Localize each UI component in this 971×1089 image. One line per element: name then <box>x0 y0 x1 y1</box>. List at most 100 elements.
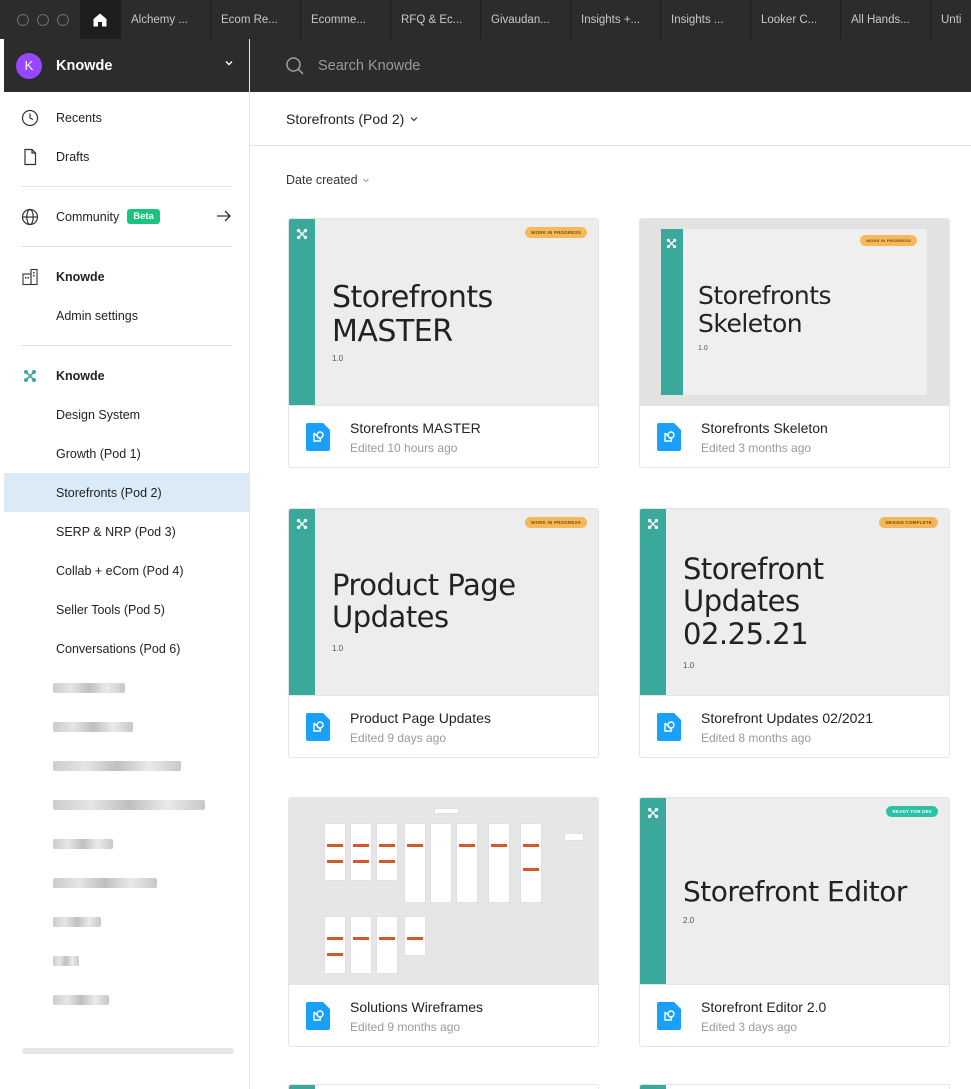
sidebar-item-label: Conversations (Pod 6) <box>56 641 181 656</box>
sidebar-item-admin-settings[interactable]: Admin settings <box>4 296 249 335</box>
sidebar-item-redacted[interactable] <box>4 824 249 863</box>
status-badge: DESIGN COMPLETE <box>879 517 938 528</box>
wireframe-preview <box>289 798 598 984</box>
sidebar-item-redacted[interactable] <box>4 863 249 902</box>
chevron-down-icon <box>362 178 369 183</box>
redacted-text <box>53 916 101 927</box>
tab-8[interactable]: Looker C... <box>750 0 840 39</box>
close-window-button[interactable] <box>17 13 29 26</box>
sidebar-item-label: SERP & NRP (Pod 3) <box>56 524 176 539</box>
thumbnail-version: 1.0 <box>332 644 344 653</box>
knowde-logo-icon <box>296 518 308 530</box>
divider <box>21 345 232 346</box>
knowde-logo-icon <box>647 807 659 819</box>
sidebar-item-redacted[interactable] <box>4 668 249 707</box>
tab-3[interactable]: Ecomme... <box>300 0 390 39</box>
file-name: Storefront Updates 02/2021 <box>701 709 874 726</box>
document-icon <box>20 147 40 167</box>
file-card[interactable]: READY FOR DEV Storefront Editor 2.0 Stor… <box>639 797 950 1047</box>
sidebar-item-conversations[interactable]: Conversations (Pod 6) <box>4 629 249 668</box>
sidebar-item-redacted[interactable] <box>4 902 249 941</box>
sidebar-item-redacted[interactable] <box>4 941 249 980</box>
knowde-logo-icon <box>20 366 40 386</box>
sidebar-item-label: Design System <box>56 407 141 422</box>
tab-1[interactable]: Alchemy ... <box>120 0 210 39</box>
sidebar-item-growth[interactable]: Growth (Pod 1) <box>4 434 249 473</box>
tab-4[interactable]: RFQ & Ec... <box>390 0 480 39</box>
minimize-window-button[interactable] <box>37 13 49 26</box>
file-edited: Edited 9 days ago <box>350 730 447 745</box>
file-card[interactable]: DESIGN COMPLETE Storefront Updates 02.25… <box>639 508 950 758</box>
file-card[interactable]: WORK IN PROGRESS Product Page Updates 1.… <box>288 508 599 758</box>
sidebar-item-team[interactable]: Knowde <box>4 257 249 296</box>
file-card[interactable]: WORK IN PROGRESS Storefronts Skeleton 1.… <box>639 218 950 468</box>
sidebar-item-storefronts[interactable]: Storefronts (Pod 2) <box>4 473 249 512</box>
sidebar-item-collab-ecom[interactable]: Collab + eCom (Pod 4) <box>4 551 249 590</box>
file-thumbnail: READY FOR DEV Storefront Editor 2.0 <box>640 798 949 985</box>
sidebar-item-serp-nrp[interactable]: SERP & NRP (Pod 3) <box>4 512 249 551</box>
file-name: Solutions Wireframes <box>350 998 484 1015</box>
redacted-text <box>53 682 125 693</box>
thumbnail-title: Storefronts MASTER <box>332 280 493 349</box>
sidebar-item-design-system[interactable]: Design System <box>4 395 249 434</box>
search-input[interactable]: Search Knowde <box>318 58 420 74</box>
tab-10[interactable]: Untit <box>930 0 961 39</box>
file-card[interactable] <box>639 1084 950 1089</box>
status-badge: WORK IN PROGRESS <box>860 235 917 246</box>
knowde-logo-icon <box>647 518 659 530</box>
file-card[interactable] <box>288 1084 599 1089</box>
redacted-text <box>53 799 205 810</box>
home-icon <box>93 13 107 26</box>
breadcrumb[interactable]: Storefronts (Pod 2) <box>250 92 971 146</box>
org-name: Knowde <box>56 57 113 74</box>
clock-icon <box>20 108 40 128</box>
tab-5[interactable]: Givaudan... <box>480 0 570 39</box>
file-thumbnail: WORK IN PROGRESS Storefronts MASTER 1.0 <box>289 219 598 406</box>
divider <box>21 246 232 247</box>
search-bar: Search Knowde <box>250 39 971 92</box>
redacted-text <box>53 721 133 732</box>
divider <box>21 186 232 187</box>
thumbnail-title: Storefront Updates 02.25.21 <box>683 552 824 651</box>
sidebar-item-label: Growth (Pod 1) <box>56 446 141 461</box>
sidebar-item-project-team[interactable]: Knowde <box>4 356 249 395</box>
design-file-icon <box>657 713 681 741</box>
zoom-window-button[interactable] <box>57 13 69 26</box>
file-edited: Edited 8 months ago <box>701 730 812 745</box>
file-card[interactable]: WORK IN PROGRESS Storefronts MASTER 1.0 … <box>288 218 599 468</box>
file-name: Storefront Editor 2.0 <box>701 998 827 1015</box>
sidebar-item-label: Recents <box>56 110 102 125</box>
tab-6[interactable]: Insights +... <box>570 0 660 39</box>
tab-2[interactable]: Ecom Re... <box>210 0 300 39</box>
sidebar-item-redacted[interactable] <box>4 746 249 785</box>
sidebar-item-drafts[interactable]: Drafts <box>4 137 249 176</box>
sidebar-item-seller-tools[interactable]: Seller Tools (Pod 5) <box>4 590 249 629</box>
thumbnail-title: Product Page Updates <box>332 568 516 635</box>
file-name: Storefronts Skeleton <box>701 419 828 436</box>
globe-icon <box>20 207 40 227</box>
thumbnail-version: 1.0 <box>332 354 344 363</box>
tab-7[interactable]: Insights ... <box>660 0 750 39</box>
sidebar-item-community[interactable]: Community Beta <box>4 197 249 236</box>
sidebar-item-redacted[interactable] <box>4 980 249 1019</box>
search-icon <box>286 56 304 75</box>
sidebar-item-redacted[interactable] <box>4 785 249 824</box>
home-tab[interactable] <box>80 0 120 39</box>
redacted-text <box>53 994 109 1005</box>
thumbnail-version: 1.0 <box>683 661 695 670</box>
org-switcher[interactable]: K Knowde <box>4 39 249 92</box>
sort-dropdown[interactable]: Date created <box>286 173 370 187</box>
arrow-right-icon <box>217 210 231 222</box>
redacted-text <box>53 877 157 888</box>
chevron-down-icon <box>225 61 233 66</box>
file-thumbnail: DESIGN COMPLETE Storefront Updates 02.25… <box>640 509 949 696</box>
sidebar-item-recents[interactable]: Recents <box>4 98 249 137</box>
file-thumbnail: WORK IN PROGRESS Product Page Updates 1.… <box>289 509 598 696</box>
file-edited: Edited 9 months ago <box>350 1019 461 1034</box>
sidebar-item-redacted[interactable] <box>4 707 249 746</box>
tab-9[interactable]: All Hands... <box>840 0 930 39</box>
file-name: Storefronts MASTER <box>350 419 481 436</box>
thumbnail-title: Storefront Editor <box>683 875 907 908</box>
sidebar-scrollbar[interactable] <box>22 1048 234 1054</box>
file-card[interactable]: Solutions Wireframes Edited 9 months ago <box>288 797 599 1047</box>
